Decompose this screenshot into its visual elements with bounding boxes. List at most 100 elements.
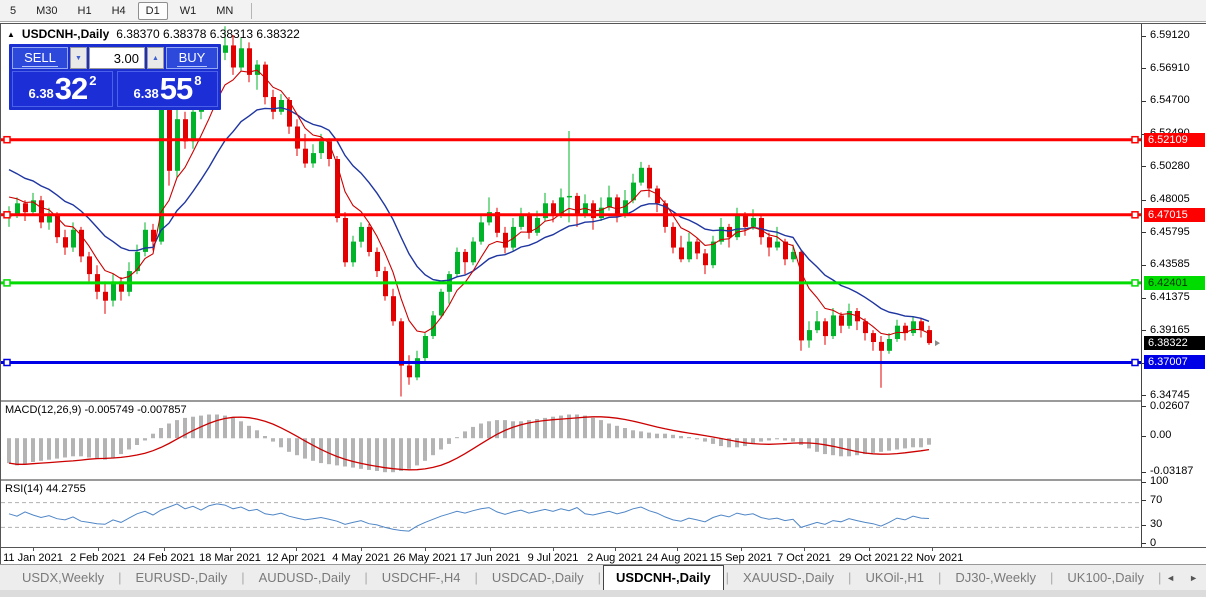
date-label: 22 Nov 2021 xyxy=(901,552,963,564)
axis-tick xyxy=(1142,330,1146,331)
axis-tick xyxy=(1142,101,1146,102)
date-label: 7 Oct 2021 xyxy=(777,552,831,564)
axis-tick-label: 6.54700 xyxy=(1150,94,1190,106)
price-axis[interactable]: 6.591206.569106.547006.524906.502806.480… xyxy=(1141,24,1206,547)
axis-tick xyxy=(1142,525,1146,526)
tab-ukoil-h1[interactable]: UKOil-,H1 xyxy=(853,567,936,588)
date-tick xyxy=(932,548,933,551)
axis-tick-label: 6.48005 xyxy=(1150,193,1190,205)
axis-tick xyxy=(1142,298,1146,299)
sell-button[interactable]: SELL xyxy=(12,47,68,69)
buy-price-prefix: 6.38 xyxy=(133,84,158,104)
axis-tick xyxy=(1142,500,1146,501)
date-label: 26 May 2021 xyxy=(393,552,457,564)
current-price-tag: 6.38322 xyxy=(1144,336,1205,350)
toolbar-divider xyxy=(251,3,252,19)
tab-separator: | xyxy=(1050,570,1053,585)
axis-tick xyxy=(1142,36,1146,37)
axis-tick-label: 6.50280 xyxy=(1150,160,1190,172)
timeframe-button-5[interactable]: 5 xyxy=(2,3,24,19)
timeframe-toolbar: 5M30 H1H4D1W1MN xyxy=(0,0,1206,22)
timeframe-bar: 5M30 H1H4D1W1MN xyxy=(0,2,243,20)
axis-tick xyxy=(1142,482,1146,483)
tab-scroll-right-icon[interactable]: ► xyxy=(1189,573,1198,583)
chart-symbol-label: USDCNH-,Daily xyxy=(22,27,109,41)
date-label: 15 Sep 2021 xyxy=(710,552,772,564)
axis-tick xyxy=(1142,200,1146,201)
axis-tick-label: 0.02607 xyxy=(1150,400,1190,412)
tab-separator: | xyxy=(726,570,729,585)
date-axis[interactable]: 11 Jan 20212 Feb 202124 Feb 202118 Mar 2… xyxy=(1,547,1206,565)
axis-tick-label: 6.59120 xyxy=(1150,29,1190,41)
rsi-indicator-pane[interactable]: RSI(14) 44.2755 xyxy=(1,479,1141,547)
axis-tick xyxy=(1142,436,1146,437)
main-chart-pane[interactable]: ▲ USDCNH-,Daily 6.38370 6.38378 6.38313 … xyxy=(1,24,1141,398)
volume-input[interactable]: 3.00 xyxy=(89,47,145,69)
date-tick xyxy=(869,548,870,551)
tab-separator: | xyxy=(241,570,244,585)
sell-price-big: 32 xyxy=(55,74,87,104)
axis-tick-label: 30 xyxy=(1150,518,1162,530)
tab-separator: | xyxy=(475,570,478,585)
date-label: 4 May 2021 xyxy=(332,552,389,564)
axis-tick-label: 70 xyxy=(1150,494,1162,506)
axis-tick xyxy=(1142,406,1146,407)
date-tick xyxy=(425,548,426,551)
volume-increase-button[interactable]: ▲ xyxy=(147,47,164,69)
date-label: 29 Oct 2021 xyxy=(839,552,899,564)
tab-separator: | xyxy=(364,570,367,585)
tab-usdcad-daily[interactable]: USDCAD-,Daily xyxy=(480,567,596,588)
sell-price-sup: 2 xyxy=(89,73,96,88)
axis-tick-label: 6.41375 xyxy=(1150,291,1190,303)
date-tick xyxy=(33,548,34,551)
axis-tick-label: 6.45795 xyxy=(1150,226,1190,238)
volume-decrease-button[interactable]: ▼ xyxy=(70,47,87,69)
tab-separator: | xyxy=(598,570,601,585)
axis-tick-label: 6.56910 xyxy=(1150,62,1190,74)
chart-window: ▲ USDCNH-,Daily 6.38370 6.38378 6.38313 … xyxy=(0,23,1206,564)
tab-scroll-arrows: ◄ ► xyxy=(1166,573,1198,583)
chart-ohlc-values: 6.38370 6.38378 6.38313 6.38322 xyxy=(116,27,300,41)
collapse-icon[interactable]: ▲ xyxy=(7,30,15,39)
tab-uk100-daily[interactable]: UK100-,Daily xyxy=(1055,567,1156,588)
tabs-holder: USDX,Weekly|EURUSD-,Daily|AUDUSD-,Daily|… xyxy=(10,565,1161,590)
axis-tick xyxy=(1142,265,1146,266)
timeframe-button-w1[interactable]: W1 xyxy=(172,3,205,19)
tab-xauusd-daily[interactable]: XAUUSD-,Daily xyxy=(731,567,846,588)
axis-tick-label: 6.39165 xyxy=(1150,324,1190,336)
tab-separator: | xyxy=(118,570,121,585)
axis-tick-label: 0.00 xyxy=(1150,429,1171,441)
tab-dj30-weekly[interactable]: DJ30-,Weekly xyxy=(943,567,1048,588)
tab-usdx-weekly[interactable]: USDX,Weekly xyxy=(10,567,116,588)
buy-price-panel[interactable]: 6.38 55 8 xyxy=(117,71,218,107)
tab-scroll-left-icon[interactable]: ◄ xyxy=(1166,573,1175,583)
tab-audusd-daily[interactable]: AUDUSD-,Daily xyxy=(247,567,363,588)
date-label: 2 Aug 2021 xyxy=(587,552,643,564)
timeframe-button-mn[interactable]: MN xyxy=(208,3,241,19)
tab-usdchf-h4[interactable]: USDCHF-,H4 xyxy=(370,567,473,588)
axis-tick xyxy=(1142,543,1146,544)
timeframe-button-h4[interactable]: H4 xyxy=(104,3,134,19)
date-label: 12 Apr 2021 xyxy=(266,552,325,564)
date-label: 17 Jun 2021 xyxy=(460,552,521,564)
buy-price-big: 55 xyxy=(160,74,192,104)
date-tick xyxy=(164,548,165,551)
hline-price-tag: 6.37007 xyxy=(1144,355,1205,369)
tab-usdcnh-daily[interactable]: USDCNH-,Daily xyxy=(603,565,724,590)
timeframe-button-d1[interactable]: D1 xyxy=(138,2,168,20)
sell-price-panel[interactable]: 6.38 32 2 xyxy=(12,71,113,107)
macd-indicator-pane[interactable]: MACD(12,26,9) -0.005749 -0.007857 xyxy=(1,400,1141,477)
axis-tick-label: 100 xyxy=(1150,475,1168,487)
rsi-label: RSI(14) 44.2755 xyxy=(5,483,86,495)
date-tick xyxy=(296,548,297,551)
bottom-strip xyxy=(0,590,1206,597)
date-label: 24 Feb 2021 xyxy=(133,552,195,564)
hline-price-tag: 6.42401 xyxy=(1144,276,1205,290)
axis-tick xyxy=(1142,232,1146,233)
rsi-plot[interactable] xyxy=(1,481,1141,547)
timeframe-button-h1[interactable]: H1 xyxy=(70,3,100,19)
timeframe-button-m30[interactable]: M30 xyxy=(28,3,65,19)
buy-button[interactable]: BUY xyxy=(166,47,218,69)
tab-eurusd-daily[interactable]: EURUSD-,Daily xyxy=(124,567,240,588)
date-tick xyxy=(490,548,491,551)
